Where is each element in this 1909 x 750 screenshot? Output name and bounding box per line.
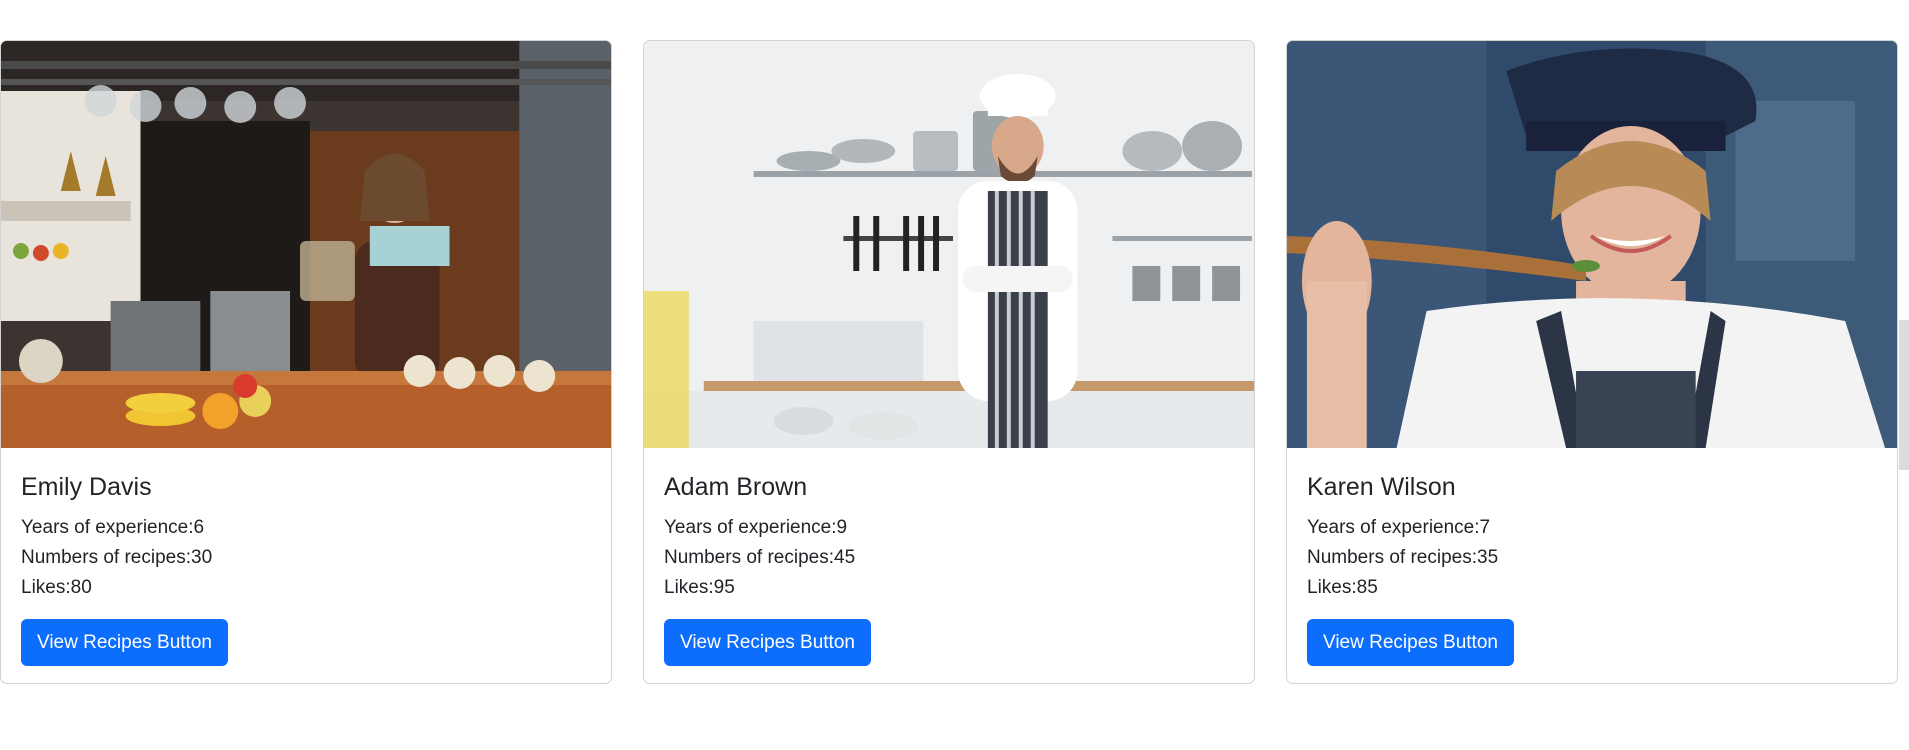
chef-photo (1287, 41, 1897, 448)
chef-name: Adam Brown (664, 473, 808, 501)
experience-value: 6 (193, 517, 205, 538)
recipes-value: 30 (191, 547, 213, 568)
scrollbar-thumb[interactable] (1899, 320, 1909, 470)
recipes-label: Numbers of recipes: (664, 547, 835, 568)
likes-label: Likes: (1307, 577, 1357, 598)
recipes-label: Numbers of recipes: (21, 547, 192, 568)
recipes-stat: Numbers of recipes:30 (21, 543, 591, 573)
recipes-value: 45 (834, 547, 856, 568)
chef-with-wooden-spoon-photo (1287, 41, 1897, 448)
page-scrollbar[interactable] (1899, 0, 1909, 750)
experience-stat: Years of experience:9 (664, 513, 1234, 543)
likes-label: Likes: (664, 577, 714, 598)
likes-stat: Likes:80 (21, 573, 591, 603)
view-recipes-button[interactable]: View Recipes Button (1307, 619, 1514, 666)
likes-stat: Likes:95 (664, 573, 1234, 603)
chef-cards-row: Emily Davis Years of experience:6 Number… (0, 40, 1900, 686)
experience-value: 9 (836, 517, 848, 538)
chef-card-adam-brown: Adam Brown Years of experience:9 Numbers… (643, 40, 1255, 684)
view-recipes-button[interactable]: View Recipes Button (21, 619, 228, 666)
recipes-value: 35 (1477, 547, 1499, 568)
chef-card-emily-davis: Emily Davis Years of experience:6 Number… (0, 40, 612, 684)
card-body: Adam Brown Years of experience:9 Numbers… (644, 448, 1254, 683)
likes-value: 80 (70, 577, 92, 598)
chef-photo (644, 41, 1254, 448)
recipes-stat: Numbers of recipes:45 (664, 543, 1234, 573)
chef-name: Emily Davis (21, 473, 152, 501)
chef-photo (1, 41, 611, 448)
experience-stat: Years of experience:6 (21, 513, 591, 543)
view-recipes-button[interactable]: View Recipes Button (664, 619, 871, 666)
chef-kitchen-arms-crossed-photo (644, 41, 1254, 448)
likes-value: 95 (713, 577, 735, 598)
likes-stat: Likes:85 (1307, 573, 1877, 603)
experience-stat: Years of experience:7 (1307, 513, 1877, 543)
experience-label: Years of experience: (1307, 517, 1480, 538)
chef-card-karen-wilson: Karen Wilson Years of experience:7 Numbe… (1286, 40, 1898, 684)
card-body: Emily Davis Years of experience:6 Number… (1, 448, 611, 683)
chef-pouring-drink-photo (1, 41, 611, 448)
card-body: Karen Wilson Years of experience:7 Numbe… (1287, 448, 1897, 683)
experience-label: Years of experience: (21, 517, 194, 538)
recipes-label: Numbers of recipes: (1307, 547, 1478, 568)
experience-label: Years of experience: (664, 517, 837, 538)
likes-value: 85 (1356, 577, 1378, 598)
chef-name: Karen Wilson (1307, 473, 1456, 501)
recipes-stat: Numbers of recipes:35 (1307, 543, 1877, 573)
experience-value: 7 (1479, 517, 1491, 538)
likes-label: Likes: (21, 577, 71, 598)
